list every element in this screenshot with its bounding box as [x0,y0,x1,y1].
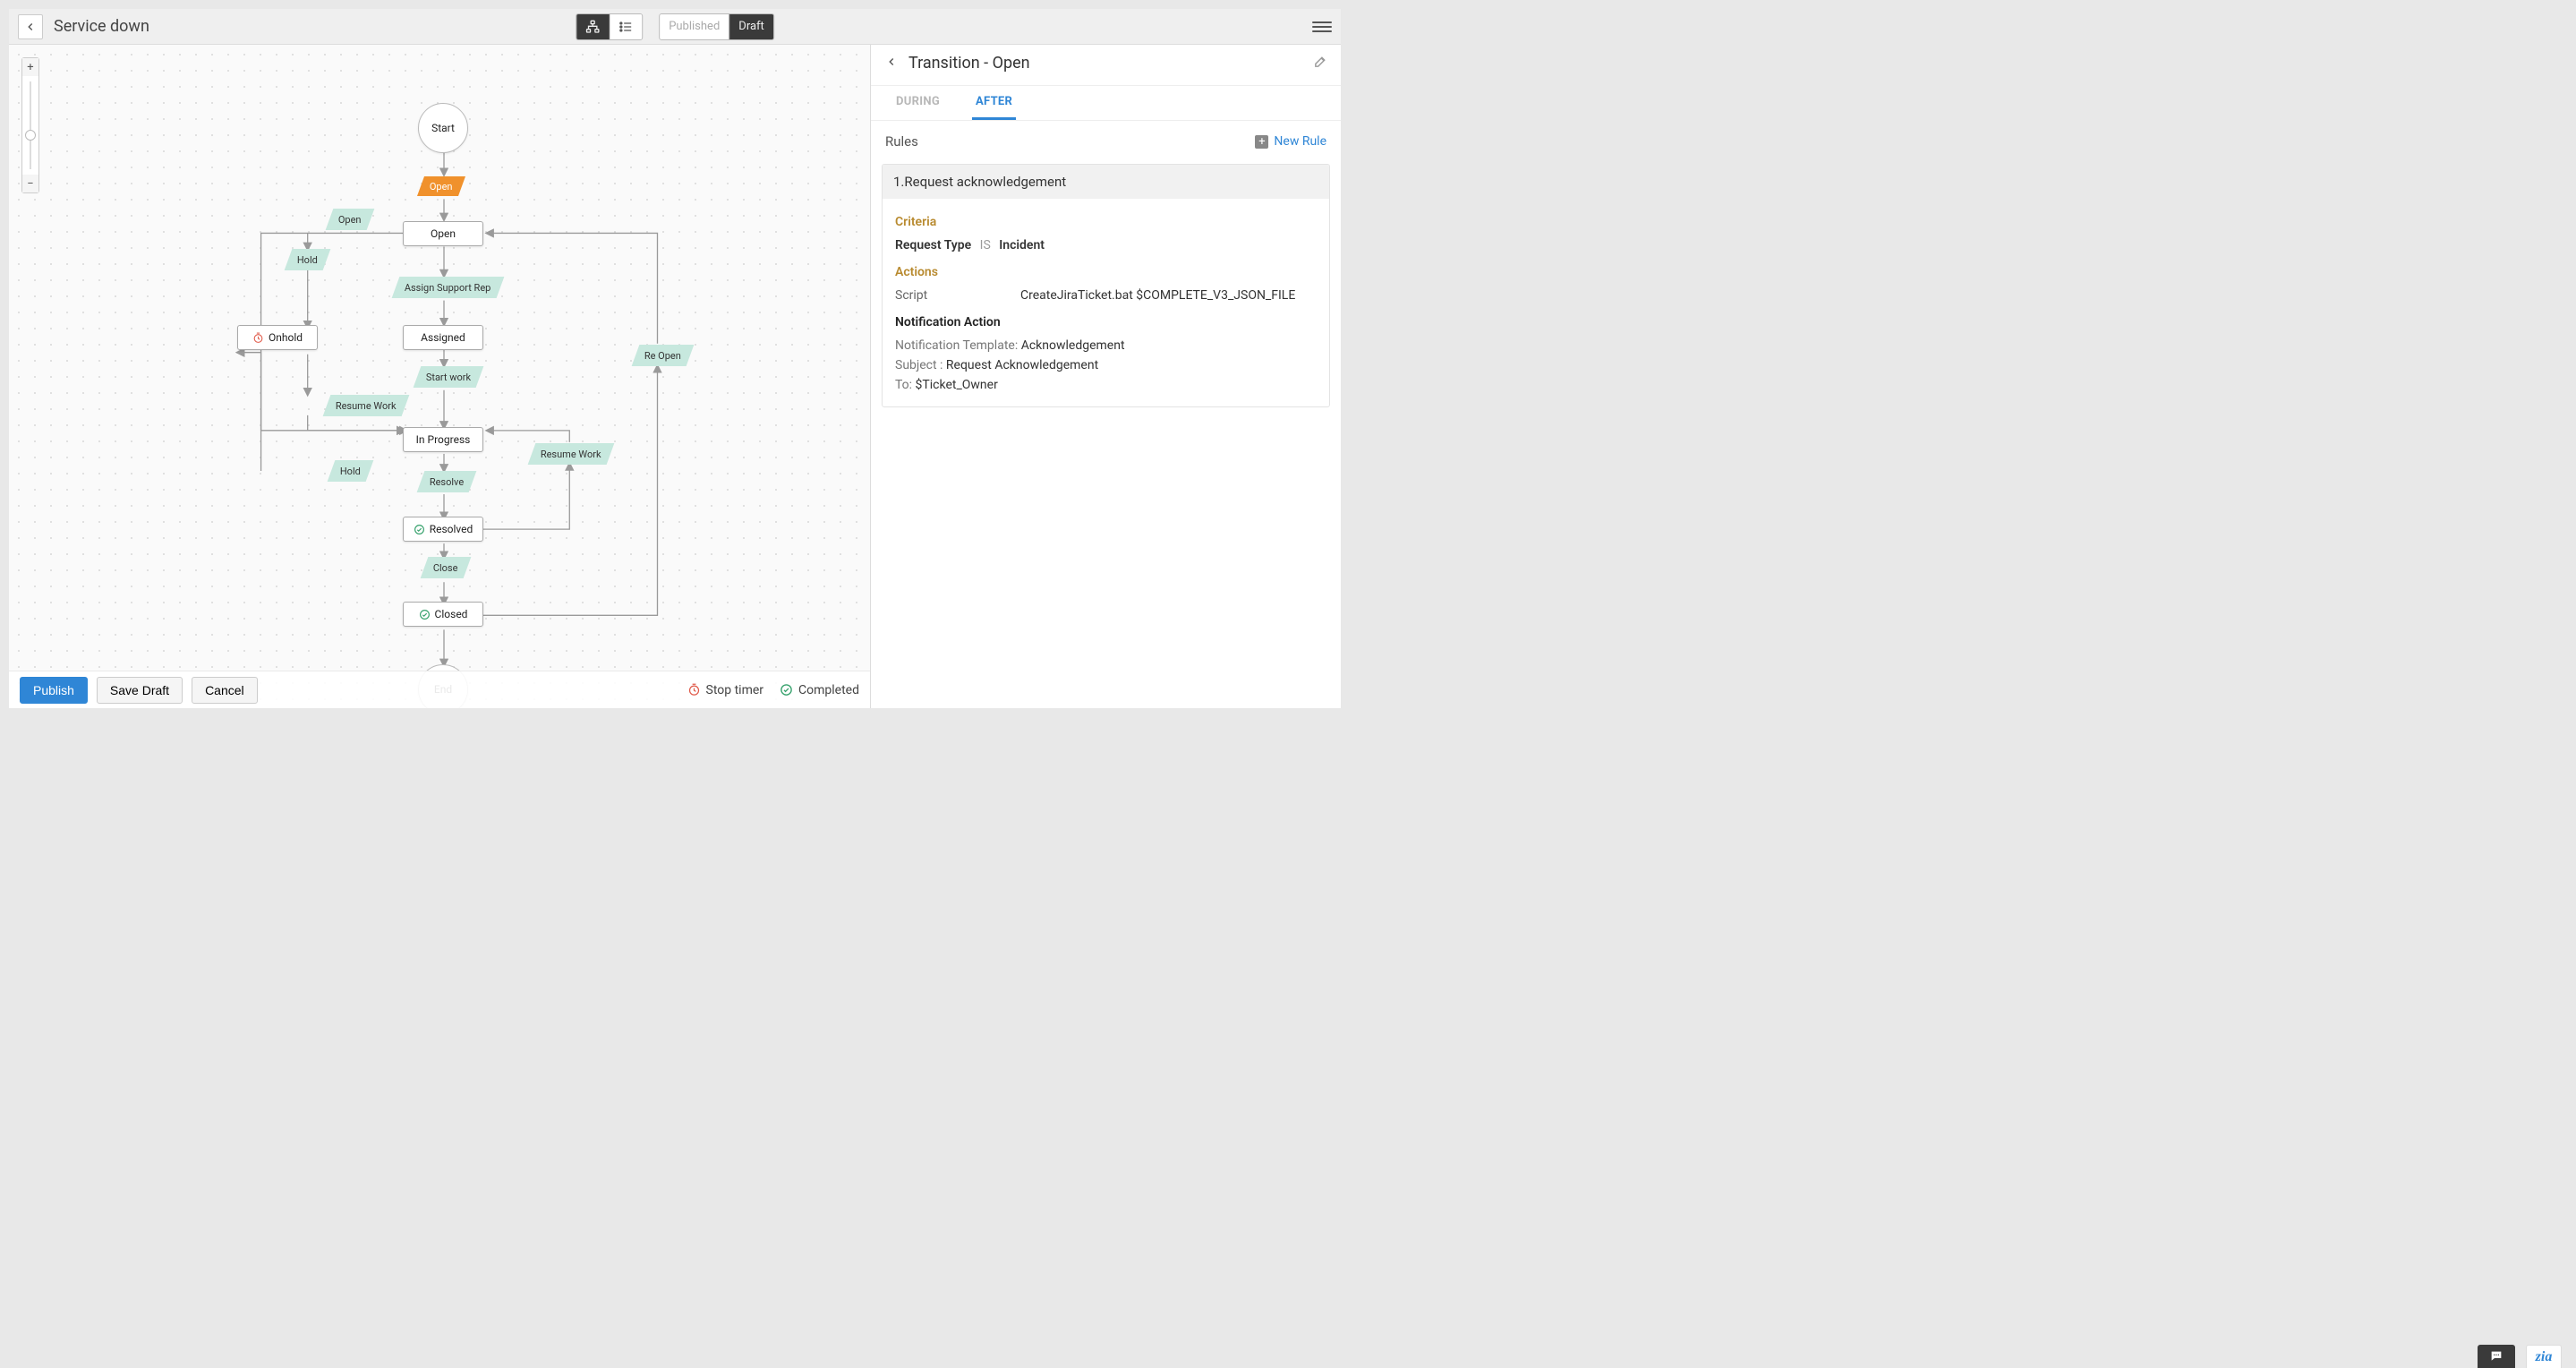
tab-during[interactable]: DURING [892,86,943,120]
transition-label: Start work [417,372,480,383]
node-in-progress[interactable]: In Progress [403,427,483,452]
actions-label: Actions [895,265,1317,279]
edit-icon [1313,54,1328,69]
panel-back-button[interactable] [883,55,900,72]
tab-after[interactable]: AFTER [972,86,1016,120]
script-row: Script CreateJiraTicket.bat $COMPLETE_V3… [895,288,1317,303]
legend-completed: Completed [780,683,859,697]
node-label: In Progress [416,433,471,446]
to-label: To: [895,378,912,392]
transition-label: Open [421,181,462,192]
new-rule-label: New Rule [1274,134,1326,149]
node-label: Onhold [269,331,303,344]
legend-label: Completed [798,683,859,697]
transition-start-work[interactable]: Start work [414,366,484,388]
stop-timer-icon [687,683,701,697]
node-open[interactable]: Open [403,221,483,246]
transition-open-initial[interactable]: Open [417,176,465,196]
draft-tab[interactable]: Draft [729,14,773,39]
transition-label: Hold [331,466,370,477]
notif-template-row: Notification Template: Acknowledgement [895,338,1317,353]
transition-label: Open [329,214,371,226]
node-closed[interactable]: Closed [403,602,483,627]
criteria-field: Request Type [895,238,971,252]
diagram-view-button[interactable] [576,14,609,39]
criteria-label: Criteria [895,215,1317,229]
transition-resume-right[interactable]: Resume Work [528,443,614,465]
page-title: Service down [54,17,149,36]
notif-subject-row: Subject : Request Acknowledgement [895,358,1317,372]
rule-card: 1.Request acknowledgement Criteria Reque… [882,164,1330,407]
notif-template-label: Notification Template: [895,338,1018,353]
cancel-button[interactable]: Cancel [192,677,258,704]
list-view-button[interactable] [609,14,642,39]
save-draft-button[interactable]: Save Draft [97,677,183,704]
panel-edit-button[interactable] [1313,54,1328,73]
transition-open-loop[interactable]: Open [326,209,374,230]
zia-label: zia [2536,1349,2553,1365]
node-start[interactable]: Start [418,103,468,153]
node-resolved[interactable]: Resolved [403,517,483,542]
panel-title: Transition - Open [908,54,1030,73]
node-label: Resolved [430,523,473,535]
zoom-out-button[interactable]: − [22,175,38,192]
criteria-row: Request Type IS Incident [895,238,1317,252]
node-assigned[interactable]: Assigned [403,325,483,350]
zia-fab[interactable]: zia [2526,1345,2562,1368]
legend-label: Stop timer [706,683,764,697]
publish-button[interactable]: Publish [20,677,88,704]
check-circle-icon [780,683,793,697]
transition-label: Resume Work [532,449,610,460]
node-onhold[interactable]: Onhold [237,325,318,350]
list-icon [618,20,633,34]
node-label: Open [431,227,456,240]
transition-label: Resolve [421,476,473,488]
published-tab[interactable]: Published [660,14,729,39]
check-circle-icon [419,609,431,620]
notification-action-label: Notification Action [895,315,1317,329]
stop-timer-icon [252,332,264,344]
transition-hold-top[interactable]: Hold [285,249,331,270]
transition-assign[interactable]: Assign Support Rep [392,277,504,298]
node-label: Closed [435,608,468,620]
node-label: Start [431,122,455,134]
menu-button[interactable] [1312,17,1332,37]
new-rule-button[interactable]: + New Rule [1255,134,1326,149]
transition-label: Assign Support Rep [396,282,500,294]
zoom-thumb[interactable] [25,130,36,141]
diagram-icon [585,20,600,34]
publish-toggle: Published Draft [659,13,774,40]
check-circle-icon [414,524,425,535]
transition-label: Hold [288,254,327,266]
view-toggle [576,13,643,40]
criteria-value: Incident [999,238,1045,252]
plus-icon: + [1255,135,1268,149]
back-button[interactable] [18,14,43,39]
chat-fab[interactable] [2478,1345,2515,1368]
rules-label: Rules [885,133,918,150]
transition-label: Close [424,562,467,574]
transition-close[interactable]: Close [421,557,471,578]
subject-label: Subject : [895,358,943,372]
transition-hold-bottom[interactable]: Hold [328,460,374,482]
chat-icon [2487,1349,2505,1364]
criteria-operator: IS [980,238,991,252]
script-value: CreateJiraTicket.bat $COMPLETE_V3_JSON_F… [1020,288,1317,303]
zoom-control: + − [21,57,39,193]
transition-resolve[interactable]: Resolve [417,471,477,492]
to-value: $Ticket_Owner [916,378,998,392]
transition-reopen[interactable]: Re Open [632,345,695,366]
rule-title[interactable]: 1.Request acknowledgement [883,165,1329,199]
transition-resume-top[interactable]: Resume Work [323,395,409,416]
zoom-slider[interactable] [22,76,38,175]
notif-to-row: To: $Ticket_Owner [895,378,1317,392]
transition-label: Re Open [635,350,690,362]
subject-value: Request Acknowledgement [946,358,1098,372]
legend-stop-timer: Stop timer [687,683,764,697]
node-label: Assigned [421,331,465,344]
script-label: Script [895,288,1020,303]
notif-template-value: Acknowledgement [1021,338,1125,353]
zoom-in-button[interactable]: + [22,58,38,76]
transition-label: Resume Work [327,400,405,412]
